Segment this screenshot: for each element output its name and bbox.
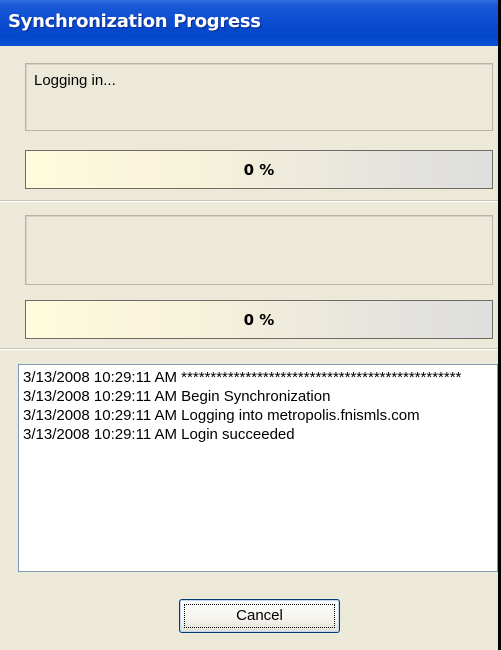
progress-bar-2: 0 % (25, 300, 493, 339)
log-line: 3/13/2008 10:29:11 AM Begin Synchronizat… (23, 388, 331, 405)
window-title: Synchronization Progress (8, 11, 261, 32)
sync-log-list[interactable]: 3/13/2008 10:29:11 AM ******************… (18, 364, 498, 572)
log-line: 3/13/2008 10:29:11 AM Login succeeded (23, 426, 295, 443)
section-divider-2 (0, 348, 498, 350)
status-text-1: Logging in... (34, 72, 116, 89)
log-line: 3/13/2008 10:29:11 AM ******************… (23, 369, 462, 386)
progress-label-1: 0 % (243, 161, 275, 179)
status-panel-2 (25, 215, 493, 285)
progress-label-2: 0 % (243, 311, 275, 329)
cancel-button-label: Cancel (236, 607, 283, 624)
status-panel-1: Logging in... (25, 63, 493, 131)
title-bar[interactable]: Synchronization Progress (0, 0, 498, 46)
log-line: 3/13/2008 10:29:11 AM Logging into metro… (23, 407, 420, 424)
progress-bar-1: 0 % (25, 150, 493, 189)
cancel-button[interactable]: Cancel (179, 599, 340, 633)
sync-progress-window: Synchronization Progress Logging in... 0… (0, 0, 498, 650)
section-divider-1 (0, 200, 498, 202)
